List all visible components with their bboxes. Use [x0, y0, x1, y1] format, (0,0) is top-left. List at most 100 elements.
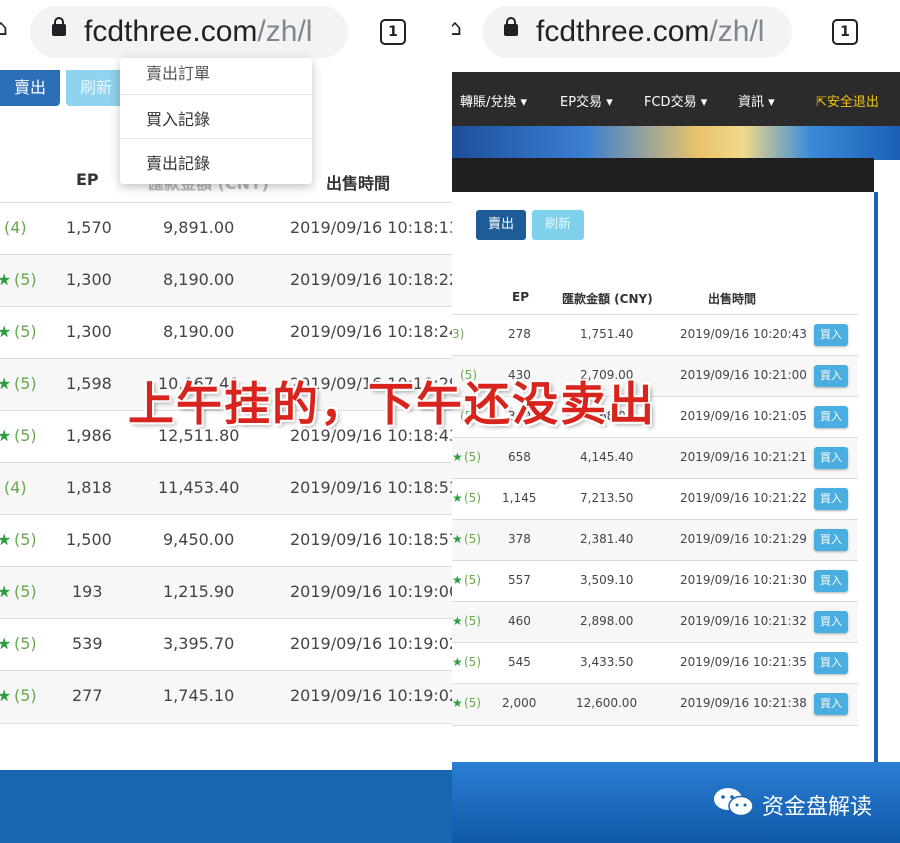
time-value: 2019/09/16 10:18:22 — [290, 270, 452, 289]
star-icon: ★ — [452, 491, 463, 505]
amount-value: 8,190.00 — [163, 322, 235, 341]
tab-count-icon[interactable]: 1 — [380, 19, 406, 45]
amount-value: 3,395.70 — [163, 634, 235, 653]
menu-item-buy-records[interactable]: 買入記錄 — [146, 106, 210, 130]
wechat-icon — [714, 788, 754, 817]
buy-button[interactable]: 買入 — [814, 406, 848, 428]
buy-button[interactable]: 買入 — [814, 324, 848, 346]
column-header-ep: EP — [512, 290, 529, 304]
rating: (5) — [14, 270, 37, 289]
buy-button[interactable]: 買入 — [814, 570, 848, 592]
ep-value: 1,818 — [66, 478, 112, 497]
buy-button[interactable]: 買入 — [814, 611, 848, 633]
sell-button[interactable]: 賣出 — [476, 210, 526, 240]
rating: (5) — [464, 491, 481, 505]
ep-value: 1,300 — [66, 270, 112, 289]
buy-button[interactable]: 買入 — [814, 693, 848, 715]
ep-value: 658 — [508, 450, 531, 464]
rating: (5) — [464, 614, 481, 628]
ep-value: 1,300 — [66, 322, 112, 341]
rating: (5) — [14, 634, 37, 653]
rating: (5) — [464, 573, 481, 587]
url-text: fcdthree.com/zh/l — [536, 15, 765, 48]
time-value: 2019/09/16 10:21:38 — [680, 696, 807, 710]
table-row: ★ (5) 277 1,745.10 2019/09/16 10:19:02 — [0, 670, 452, 724]
nav-fcd-trade[interactable]: FCD交易 ▾ — [644, 91, 707, 110]
star-icon: ★ — [452, 614, 463, 628]
menu-divider — [120, 138, 312, 139]
menu-item-sell-records[interactable]: 賣出記錄 — [146, 150, 210, 174]
column-header-amount: 匯款金額 (CNY) — [562, 292, 653, 306]
address-bar[interactable]: fcdthree.com/zh/l — [30, 6, 348, 58]
home-icon[interactable]: ⌂ — [0, 16, 8, 41]
buy-button[interactable]: 買入 — [814, 529, 848, 551]
watermark-text: 资金盘解读 — [762, 795, 873, 820]
column-header-time: 出售時間 — [326, 174, 391, 193]
time-value: 2019/09/16 10:20:43 — [680, 327, 807, 341]
ep-value: 1,145 — [502, 491, 537, 505]
time-value: 2019/09/16 10:19:00 — [290, 582, 452, 601]
rating: (5) — [464, 450, 481, 464]
nav-ep-trade[interactable]: EP交易 ▾ — [560, 91, 613, 110]
time-value: 2019/09/16 10:21:32 — [680, 614, 807, 628]
site-navbar: 轉賬/兌換 ▾ EP交易 ▾ FCD交易 ▾ 資訊 ▾ ⇱安全退出 — [452, 72, 900, 126]
rating: (5) — [464, 696, 481, 710]
time-value: 2019/09/16 10:19:02 — [290, 634, 452, 653]
ep-value: 460 — [508, 614, 531, 628]
table-row: ★ (5) 193 1,215.90 2019/09/16 10:19:00 — [0, 566, 452, 619]
star-icon: ★ — [452, 573, 463, 587]
menu-item-sell-orders[interactable]: 賣出訂單 — [146, 60, 210, 84]
refresh-button[interactable]: 刷新 — [66, 70, 126, 106]
amount-value: 9,450.00 — [163, 530, 235, 549]
buy-button[interactable]: 買入 — [814, 488, 848, 510]
browser-toolbar: ⌂ fcdthree.com/zh/l 1 — [452, 0, 900, 70]
amount-value: 2,898.00 — [580, 614, 634, 628]
banner-image — [452, 126, 900, 160]
table-row: (4) 1,818 11,453.40 2019/09/16 10:18:53 — [0, 462, 452, 515]
nav-logout[interactable]: ⇱安全退出 — [816, 91, 879, 110]
star-icon: ★ — [0, 426, 12, 445]
ep-value: 1,500 — [66, 530, 112, 549]
time-value: 2019/09/16 10:21:22 — [680, 491, 807, 505]
lock-icon — [504, 17, 518, 36]
rating: (5) — [464, 655, 481, 669]
buy-button[interactable]: 買入 — [814, 652, 848, 674]
home-icon[interactable]: ⌂ — [452, 16, 462, 41]
refresh-button[interactable]: 刷新 — [532, 210, 584, 240]
star-icon: ★ — [0, 374, 12, 393]
star-icon: ★ — [0, 322, 12, 341]
ep-value: 278 — [508, 327, 531, 341]
amount-value: 3,433.50 — [580, 655, 634, 669]
time-value: 2019/09/16 10:18:57 — [290, 530, 452, 549]
ep-value: 2,000 — [502, 696, 537, 710]
star-icon: ★ — [452, 655, 463, 669]
star-icon: ★ — [452, 532, 463, 546]
table-row: ★ (5) 1,500 9,450.00 2019/09/16 10:18:57 — [0, 514, 452, 567]
table-row: ★ (5) 1,145 7,213.50 2019/09/16 10:21:22… — [452, 478, 858, 520]
rating: 3) — [452, 327, 465, 341]
address-bar[interactable]: fcdthree.com/zh/l — [482, 6, 792, 58]
table-row: 3) 278 1,751.40 2019/09/16 10:20:43 買入 — [452, 314, 858, 356]
menu-divider — [120, 94, 312, 95]
tab-count-icon[interactable]: 1 — [832, 19, 858, 45]
buy-button[interactable]: 買入 — [814, 365, 848, 387]
amount-value: 2,381.40 — [580, 532, 634, 546]
rating: (5) — [14, 582, 37, 601]
time-value: 2019/09/16 10:21:00 — [680, 368, 807, 382]
star-icon: ★ — [0, 530, 12, 549]
overlay-caption: 上午挂的，下午还没卖出 — [128, 377, 656, 431]
table-row: ★ (5) 378 2,381.40 2019/09/16 10:21:29 買… — [452, 519, 858, 561]
nav-news[interactable]: 資訊 ▾ — [738, 91, 775, 110]
table-row: (4) 1,570 9,891.00 2019/09/16 10:18:13 — [0, 202, 452, 255]
star-icon: ★ — [0, 582, 12, 601]
amount-value: 12,600.00 — [576, 696, 638, 710]
table-row: ★ (5) 1,300 8,190.00 2019/09/16 10:18:22 — [0, 254, 452, 307]
sell-button[interactable]: 賣出 — [0, 70, 60, 106]
nav-transfer[interactable]: 轉賬/兌換 ▾ — [460, 91, 527, 110]
amount-value: 1,751.40 — [580, 327, 634, 341]
column-header-time: 出售時間 — [708, 292, 757, 306]
buy-button[interactable]: 買入 — [814, 447, 848, 469]
rating: (5) — [464, 532, 481, 546]
table-row: ★ (5) 539 3,395.70 2019/09/16 10:19:02 — [0, 618, 452, 671]
table-row: ★ (5) 557 3,509.10 2019/09/16 10:21:30 買… — [452, 560, 858, 602]
